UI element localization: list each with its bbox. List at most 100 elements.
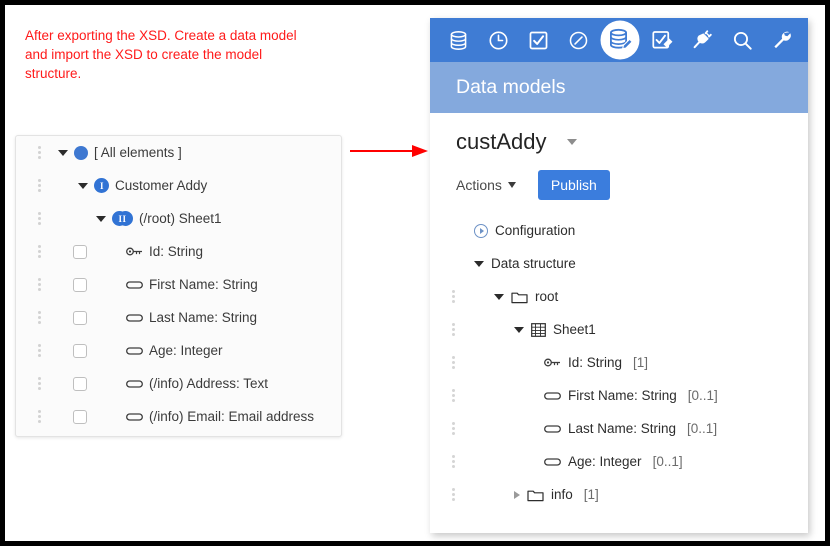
screenshot-root: After exporting the XSD. Create a data m… — [0, 0, 830, 546]
tree-row[interactable]: Age: Integer [0..1] — [430, 445, 808, 478]
tree-row-label: (/root) Sheet1 — [139, 211, 222, 226]
field-icon — [126, 346, 143, 356]
key-icon — [126, 246, 143, 257]
database-icon — [448, 30, 469, 51]
drag-handle-icon[interactable] — [452, 422, 455, 435]
drag-handle-icon[interactable] — [38, 179, 42, 192]
drag-handle-icon[interactable] — [38, 311, 42, 324]
tree-row-label: Configuration — [495, 223, 576, 238]
publish-button[interactable]: Publish — [537, 170, 610, 200]
chevron-down-icon[interactable] — [566, 139, 577, 145]
tree-row[interactable]: First Name: String — [16, 268, 341, 301]
toolbar-search[interactable] — [722, 18, 762, 62]
search-icon — [732, 30, 753, 51]
actions-label: Actions — [456, 177, 502, 193]
tree-row[interactable]: Data structure — [430, 247, 808, 280]
tree-row[interactable]: Configuration — [430, 214, 808, 247]
drag-handle-icon[interactable] — [452, 290, 455, 303]
caret-down-icon[interactable] — [514, 326, 524, 333]
tree-row[interactable]: info [1] — [430, 478, 808, 511]
drag-handle-icon[interactable] — [38, 245, 42, 258]
toolbar-wrench[interactable] — [762, 18, 802, 62]
tree-row-label: [ All elements ] — [94, 145, 182, 160]
toolbar-database-edit[interactable] — [598, 18, 642, 62]
field-icon — [544, 391, 561, 401]
data-structure-tree: Configuration Data structure root Sheet1 Id:… — [430, 214, 808, 511]
xsd-elements-panel: [ All elements ] I Customer Addy II (/root) … — [15, 135, 342, 437]
table-icon — [531, 322, 546, 337]
tree-row-label: Id: String — [568, 355, 623, 370]
drag-handle-icon[interactable] — [38, 146, 42, 159]
field-icon — [544, 457, 561, 467]
cardinality-label: [0..1] — [687, 388, 718, 403]
row-checkbox[interactable] — [73, 277, 87, 292]
caret-down-icon[interactable] — [494, 293, 504, 300]
tree-row[interactable]: Id: String — [16, 235, 341, 268]
tree-row-label: First Name: String — [149, 277, 258, 292]
page-title: Data models — [456, 76, 566, 98]
toolbar-plug[interactable] — [682, 18, 722, 62]
cardinality-label: [0..1] — [687, 421, 718, 436]
caret-down-icon[interactable] — [78, 182, 88, 189]
drag-handle-icon[interactable] — [38, 344, 42, 357]
field-icon — [126, 379, 143, 389]
field-icon — [544, 424, 561, 434]
drag-handle-icon[interactable] — [452, 389, 455, 402]
tree-row[interactable]: Sheet1 — [430, 313, 808, 346]
tree-row[interactable]: [ All elements ] — [16, 136, 341, 169]
caret-down-icon[interactable] — [96, 215, 106, 222]
tree-row[interactable]: Age: Integer — [16, 334, 341, 367]
row-checkbox[interactable] — [73, 310, 87, 325]
tree-row[interactable]: I Customer Addy — [16, 169, 341, 202]
window-titlebar: Data models — [430, 62, 808, 113]
tree-row[interactable]: (/info) Address: Text — [16, 367, 341, 400]
drag-handle-icon[interactable] — [38, 212, 42, 225]
cardinality-label: [0..1] — [652, 454, 683, 469]
drag-handle-icon[interactable] — [452, 455, 455, 468]
row-checkbox[interactable] — [73, 244, 87, 259]
field-icon — [126, 280, 143, 290]
drag-handle-icon[interactable] — [452, 488, 455, 501]
app-toolbar — [430, 18, 808, 62]
drag-handle-icon[interactable] — [38, 410, 42, 423]
annotation-text: After exporting the XSD. Create a data m… — [25, 28, 297, 81]
tree-row-label: Customer Addy — [115, 178, 208, 193]
caret-down-icon[interactable] — [58, 149, 68, 156]
tree-row-label: root — [535, 289, 559, 304]
toolbar-database[interactable] — [438, 18, 478, 62]
data-models-window: Data models custAddy Actions Publish Con… — [430, 18, 808, 533]
tree-row[interactable]: First Name: String [0..1] — [430, 379, 808, 412]
field-icon — [126, 313, 143, 323]
action-bar: Actions Publish — [430, 155, 808, 200]
toolbar-clock-circle[interactable] — [558, 18, 598, 62]
tree-row[interactable]: Last Name: String — [16, 301, 341, 334]
database-edit-icon — [607, 27, 633, 53]
row-checkbox[interactable] — [73, 409, 87, 424]
drag-handle-icon[interactable] — [452, 323, 455, 336]
circle-play-icon — [474, 223, 488, 238]
cardinality-label: [1] — [633, 355, 649, 370]
blue-badge-double-icon: II — [112, 211, 133, 226]
drag-handle-icon[interactable] — [38, 377, 42, 390]
drag-handle-icon[interactable] — [38, 278, 42, 291]
drag-handle-icon[interactable] — [452, 356, 455, 369]
tree-row[interactable]: Last Name: String [0..1] — [430, 412, 808, 445]
tree-row-label: info — [551, 487, 573, 502]
tree-row[interactable]: (/info) Email: Email address — [16, 400, 341, 433]
checkbox-checked-icon — [528, 30, 549, 51]
toolbar-clock[interactable] — [478, 18, 518, 62]
tree-row[interactable]: root — [430, 280, 808, 313]
row-checkbox[interactable] — [73, 343, 87, 358]
toolbar-checkbox-checked[interactable] — [518, 18, 558, 62]
tree-row[interactable]: Id: String [1] — [430, 346, 808, 379]
tree-row[interactable]: II (/root) Sheet1 — [16, 202, 341, 235]
model-selector[interactable]: custAddy — [430, 113, 808, 155]
plug-icon — [691, 29, 713, 51]
caret-right-icon[interactable] — [514, 490, 520, 499]
caret-down-icon[interactable] — [474, 260, 484, 267]
tree-row-label: Age: Integer — [149, 343, 223, 358]
tree-row-label: Last Name: String — [568, 421, 677, 436]
toolbar-checkbox-edit[interactable] — [642, 18, 682, 62]
row-checkbox[interactable] — [73, 376, 87, 391]
actions-menu[interactable]: Actions — [456, 177, 516, 193]
